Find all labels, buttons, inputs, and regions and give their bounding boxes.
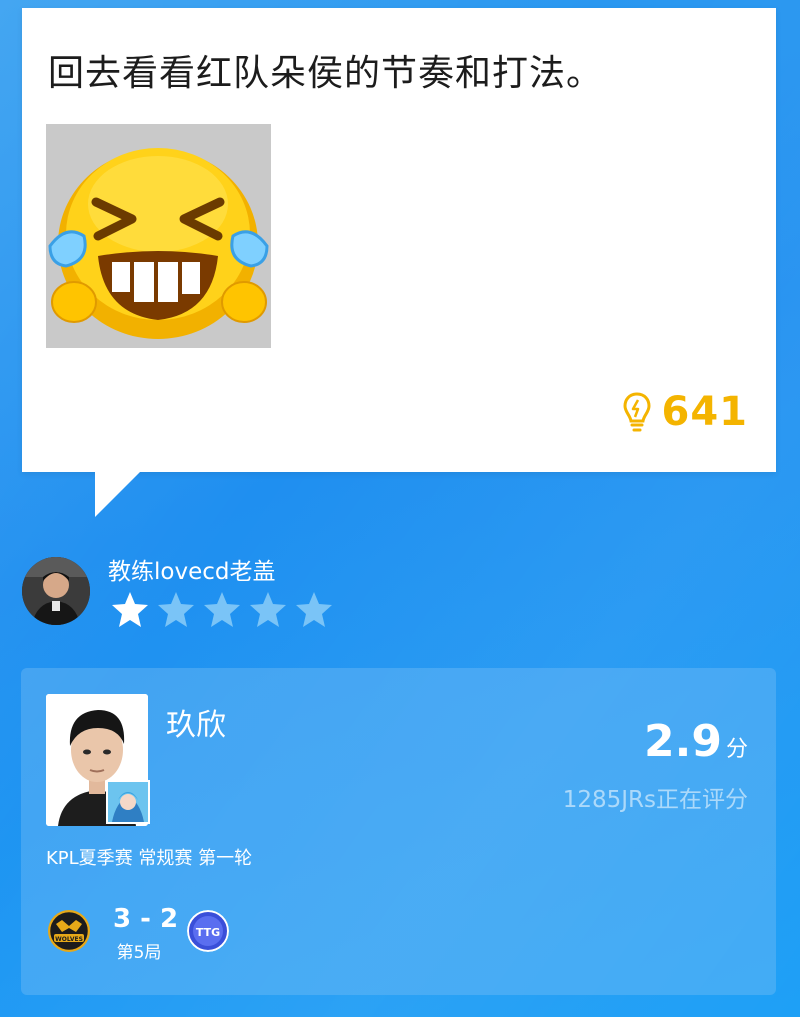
star-rating[interactable] <box>110 590 334 630</box>
like-count: 641 <box>661 389 748 435</box>
comment-text: 回去看看红队朵侯的节奏和打法。 <box>48 53 604 94</box>
game-number: 第5局 <box>116 943 162 963</box>
svg-text:TTG: TTG <box>196 926 220 939</box>
laughing-emoji-image[interactable] <box>46 124 271 348</box>
svg-text:WOLVES: WOLVES <box>55 936 83 943</box>
star-empty-icon[interactable] <box>248 590 288 630</box>
star-empty-icon[interactable] <box>202 590 242 630</box>
hero-thumbnail[interactable] <box>106 780 150 824</box>
lightbulb-icon <box>622 392 651 432</box>
laughing-emoji-icon <box>46 124 271 348</box>
score-unit: 分 <box>725 737 748 762</box>
comment-bubble[interactable]: 回去看看红队朵侯的节奏和打法。 641 <box>22 8 776 472</box>
match-score: 3 - 2 <box>113 904 179 934</box>
like-button[interactable]: 641 <box>622 386 749 438</box>
player-score: 2.9 分 <box>644 716 748 767</box>
raters-count: 1285JRs正在评分 <box>562 787 748 813</box>
coach-name[interactable]: 教练lovecd老盖 <box>108 552 275 586</box>
event-name: KPL夏季赛 常规赛 第一轮 <box>46 848 253 869</box>
star-filled-icon[interactable] <box>110 590 150 630</box>
avatar-photo <box>22 557 90 625</box>
wolves-team-logo-icon[interactable]: WOLVES <box>48 910 90 952</box>
bubble-tail <box>95 471 141 517</box>
score-value: 2.9 <box>644 716 722 767</box>
star-empty-icon[interactable] <box>294 590 334 630</box>
coach-avatar[interactable] <box>22 557 90 625</box>
hero-icon <box>108 782 148 822</box>
player-name[interactable]: 玖欣 <box>166 700 226 744</box>
star-empty-icon[interactable] <box>156 590 196 630</box>
player-card[interactable]: 玖欣 2.9 分 1285JRs正在评分 KPL夏季赛 常规赛 第一轮 WOLV… <box>21 668 776 995</box>
ttg-team-logo-icon[interactable]: TTG <box>187 910 229 952</box>
